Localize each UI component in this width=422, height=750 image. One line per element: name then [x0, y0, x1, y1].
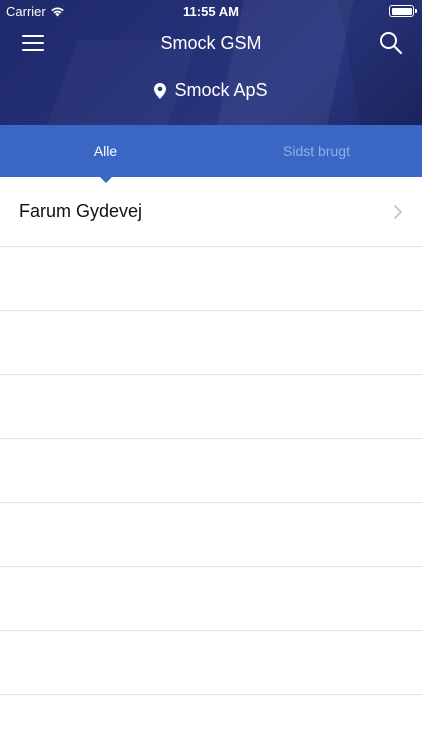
battery-icon: [389, 5, 417, 17]
location-label: Smock ApS: [174, 80, 268, 100]
tab-label: Sidst brugt: [283, 143, 350, 159]
list-item[interactable]: Farum Gydevej: [0, 177, 422, 247]
page-title: Smock GSM: [160, 33, 262, 53]
clock: 11:55 AM: [183, 4, 239, 19]
empty-list-row: [0, 567, 422, 631]
list-item-label: Farum Gydevej: [19, 201, 143, 221]
map-pin-icon: [154, 82, 167, 99]
chevron-right-icon: [394, 204, 402, 219]
empty-list-row: [0, 631, 422, 695]
empty-list-row: [0, 439, 422, 503]
tab-label: Alle: [93, 143, 118, 159]
app-header: Carrier 11:55 AM Smock GSM Smock ApS: [0, 0, 422, 125]
empty-list-row: [0, 503, 422, 567]
empty-list-row: [0, 695, 422, 750]
empty-list-row: [0, 375, 422, 439]
empty-list-row: [0, 247, 422, 311]
tab-alle[interactable]: Alle: [0, 125, 211, 183]
location-selector[interactable]: Smock ApS: [0, 80, 422, 101]
tab-sidst-brugt[interactable]: Sidst brugt: [211, 125, 422, 177]
status-bar: Carrier 11:55 AM: [0, 0, 422, 22]
location-list: Farum Gydevej: [0, 177, 422, 750]
empty-list-row: [0, 311, 422, 375]
search-icon[interactable]: [378, 30, 404, 56]
tab-bar: Alle Sidst brugt: [0, 125, 422, 183]
